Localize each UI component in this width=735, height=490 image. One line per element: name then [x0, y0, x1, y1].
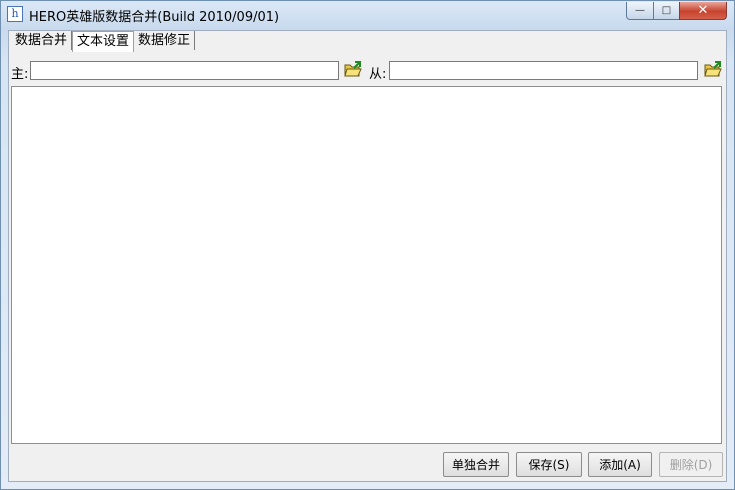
close-icon: ✕: [697, 3, 709, 18]
close-button[interactable]: ✕: [679, 2, 727, 20]
minimize-icon: —: [635, 5, 645, 16]
delete-button[interactable]: 删除(D): [659, 452, 723, 477]
tab-data-merge[interactable]: 数据合并: [11, 31, 73, 50]
tab-text-settings[interactable]: 文本设置: [72, 31, 135, 52]
app-icon[interactable]: h: [7, 6, 23, 22]
save-button[interactable]: 保存(S): [516, 452, 582, 477]
folder-open-icon: [344, 61, 362, 77]
tab-strip: 数据合并 文本设置 数据修正: [11, 31, 196, 52]
maximize-icon: □: [661, 5, 672, 16]
folder-open-icon: [704, 61, 722, 77]
app-window: h HERO英雄版数据合并(Build 2010/09/01) — □ ✕ 数据…: [0, 0, 735, 490]
secondary-file-label: 从:: [369, 67, 387, 82]
maximize-button[interactable]: □: [653, 2, 680, 20]
text-list-area[interactable]: [11, 86, 722, 444]
main-file-input[interactable]: [30, 61, 339, 80]
minimize-button[interactable]: —: [626, 2, 654, 20]
tab-data-correction[interactable]: 数据修正: [134, 31, 196, 50]
main-file-row: 主:: [11, 61, 362, 82]
title-bar[interactable]: h HERO英雄版数据合并(Build 2010/09/01) — □ ✕: [1, 1, 734, 29]
main-file-label: 主:: [11, 67, 29, 82]
window-title: HERO英雄版数据合并(Build 2010/09/01): [29, 10, 280, 25]
secondary-browse-button[interactable]: [704, 61, 722, 79]
main-browse-button[interactable]: [344, 61, 362, 79]
client-area: 数据合并 文本设置 数据修正 主: 从: 单独合并 保存(S) 添加(A) 删除…: [8, 30, 727, 482]
merge-single-button[interactable]: 单独合并: [443, 452, 509, 477]
add-button[interactable]: 添加(A): [588, 452, 652, 477]
secondary-file-input[interactable]: [389, 61, 698, 80]
secondary-file-row: 从:: [369, 61, 724, 82]
